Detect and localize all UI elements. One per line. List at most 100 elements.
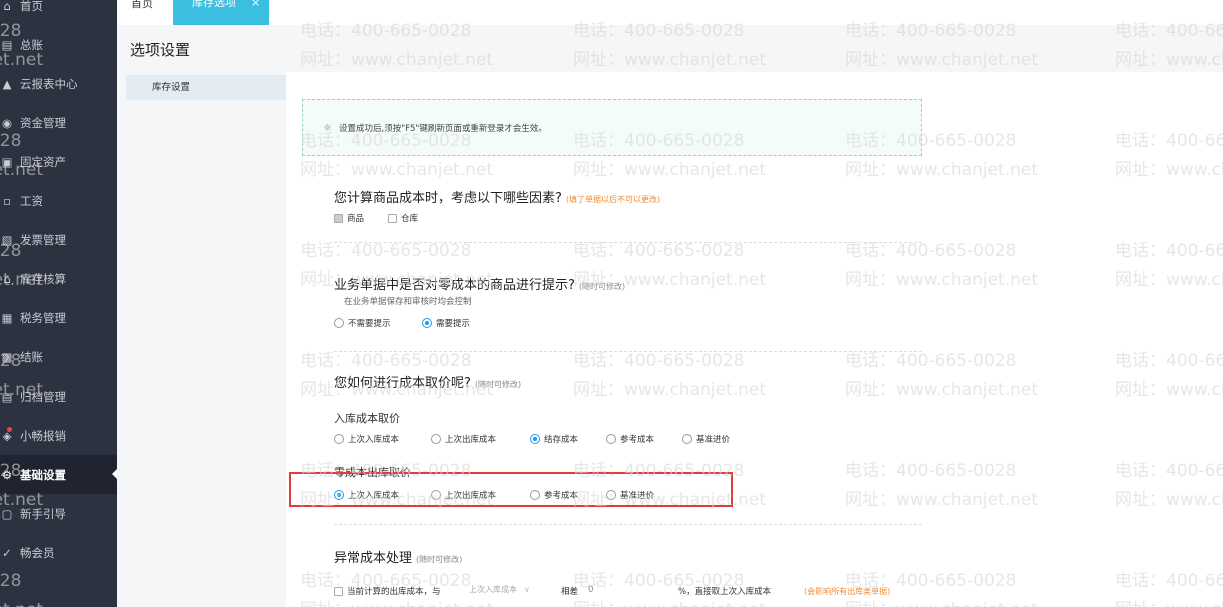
subnav-item-label: 库存设置 [152, 82, 191, 93]
option-label: 商品 [347, 214, 365, 224]
fund-icon: ◉ [1, 115, 13, 130]
notice-box: ☼ 设置成功后,须按"F5"键刷新页面或重新登录才会生效。 [302, 99, 922, 156]
radio-option[interactable]: 基准进价 [682, 433, 730, 445]
page-title: 选项设置 [130, 41, 191, 59]
sidebar-item[interactable]: ⌂ 首页 [0, 0, 117, 25]
option-label: 结存成本 [544, 435, 579, 445]
cost-source-select[interactable]: 上次入库成本 ∨ [469, 584, 530, 595]
sidebar-item[interactable]: ▣ 固定资产 [0, 142, 117, 181]
abnormal-cost-red-note: (会影响所有出库类单据) [804, 587, 891, 596]
tax-icon: ▦ [1, 311, 13, 326]
cost-pricing-question: 您如何进行成本取价呢? (随时可修改) [334, 372, 521, 391]
sidebar-item-label: 税务管理 [20, 311, 66, 326]
sidebar: ⌂ 首页 ▤ 总账 ▲ 云报表中心 ◉ 资金管理 ▣ 固定资产 ▫ 工资 ▧ 发票管理 ⌂ 库存核算 ▦ 税务管理… [0, 0, 118, 607]
home-icon: ⌂ [3, 0, 11, 13]
sidebar-item[interactable]: ▤ 总账 [0, 25, 117, 64]
sidebar-item-label: 固定资产 [20, 154, 66, 169]
radio-button[interactable] [431, 434, 441, 444]
notice-text: 设置成功后,须按"F5"键刷新页面或重新登录才会生效。 [339, 124, 547, 134]
abnormal-cost-tail-text: %，直接取上次入库成本 [678, 587, 772, 597]
sidebar-item[interactable]: ⚙ 基础设置 [0, 455, 118, 495]
sidebar-item-label: 首页 [20, 0, 43, 13]
checkbox[interactable] [388, 213, 397, 223]
cost-pricing-question-text: 您如何进行成本取价呢? [334, 376, 471, 391]
chevron-down-icon: ∨ [524, 585, 530, 594]
main-content: ☼ 设置成功后,须按"F5"键刷新页面或重新登录才会生效。 您计算商品成本时，考… [286, 72, 1223, 607]
zero-cost-prompt-sub: 在业务单据保存和审核时均会控制 [344, 297, 472, 307]
tab-bar: 首页 库存选项 × [117, 0, 1223, 25]
radio-button[interactable] [334, 434, 344, 444]
sidebar-item-label: 新手引导 [20, 506, 66, 521]
sidebar-item-label: 结账 [20, 350, 43, 365]
cost-factors-hint: (填了单据以后不可以更改) [565, 195, 661, 204]
cost-source-select-value: 上次入库成本 [469, 585, 517, 594]
close-icon[interactable]: × [251, 0, 260, 10]
sidebar-item[interactable]: ▩ 结账 [0, 338, 117, 377]
sidebar-item[interactable]: ▫ 工资 [0, 182, 117, 221]
divider [334, 242, 922, 243]
radio-button[interactable] [606, 434, 616, 444]
sidebar-item[interactable]: ▦ 税务管理 [0, 299, 117, 338]
guide-icon: ▢ [1, 506, 13, 521]
sidebar-item-label: 归档管理 [20, 389, 66, 404]
subnav-item-inventory-settings[interactable]: 库存设置 [126, 75, 286, 100]
radio-option[interactable]: 结存成本 [530, 433, 578, 445]
close-books-icon: ▩ [1, 350, 13, 365]
radio-option[interactable]: 上次出库成本 [431, 433, 496, 445]
option-label: 上次出库成本 [445, 435, 497, 445]
chart-icon: ▲ [2, 76, 12, 91]
sidebar-item-label: 总账 [20, 37, 43, 52]
radio-button[interactable] [682, 434, 692, 444]
member-icon: ✓ [2, 545, 12, 560]
sidebar-item-label: 工资 [20, 194, 43, 208]
highlight-box [289, 472, 733, 507]
cost-pricing-hint: (随时可修改) [474, 380, 522, 389]
diff-input[interactable]: 0 [588, 585, 593, 595]
gear-icon: ⚙ [1, 467, 13, 482]
sidebar-item[interactable]: ✓ 畅会员 [0, 533, 117, 572]
checkbox[interactable] [334, 213, 343, 223]
option-label: 不需要提示 [348, 319, 391, 329]
sidebar-item-label: 发票管理 [20, 233, 66, 248]
radio-button[interactable] [422, 318, 432, 328]
salary-icon: ▫ [3, 194, 11, 208]
sidebar-item-label: 畅会员 [20, 545, 55, 560]
abnormal-cost-question: 异常成本处理 (随时可修改) [334, 547, 462, 566]
radio-option[interactable]: 需要提示 [422, 317, 470, 329]
checkbox-option[interactable]: 商品 [334, 212, 364, 224]
sidebar-item[interactable]: ▧ 发票管理 [0, 221, 117, 260]
sidebar-item-label: 小畅报销 [20, 428, 66, 443]
radio-option[interactable]: 不需要提示 [334, 317, 391, 329]
sidebar-item[interactable]: ▲ 云报表中心 [0, 64, 117, 103]
inbound-cost-label: 入库成本取价 [334, 412, 400, 425]
divider [334, 524, 922, 525]
tab-home[interactable]: 首页 [131, 0, 153, 21]
archive-icon: ▤ [1, 389, 13, 404]
abnormal-cost-question-text: 异常成本处理 [334, 551, 413, 566]
checkbox-option[interactable]: 仓库 [388, 212, 418, 224]
cost-factors-question: 您计算商品成本时，考虑以下哪些因素? (填了单据以后不可以更改) [334, 187, 660, 206]
sidebar-item[interactable]: ⌂ 库存核算 [0, 260, 117, 299]
warehouse-icon: ⌂ [3, 272, 11, 287]
checkbox[interactable] [334, 586, 343, 596]
tab-inventory-options[interactable]: 库存选项 × [173, 0, 269, 25]
zero-cost-prompt-question-text: 业务单据中是否对零成本的商品进行提示? [334, 278, 575, 293]
option-label: 仓库 [401, 214, 419, 224]
radio-button[interactable] [530, 434, 540, 444]
abnormal-cost-checkbox[interactable]: 当前计算的出库成本，与 [334, 585, 441, 597]
sidebar-item-label: 云报表中心 [20, 76, 78, 91]
ledger-icon: ▤ [1, 37, 13, 52]
sidebar-item[interactable]: ▢ 新手引导 [0, 494, 117, 533]
sidebar-item-label: 库存核算 [20, 272, 66, 287]
settings-subnav: 库存设置 [117, 72, 286, 607]
option-label: 基准进价 [696, 435, 731, 445]
abnormal-cost-row-text: 当前计算的出库成本，与 [347, 587, 441, 597]
sidebar-item[interactable]: ◈ 小畅报销 [0, 416, 117, 455]
radio-option[interactable]: 参考成本 [606, 433, 654, 445]
radio-button[interactable] [334, 318, 344, 328]
sidebar-item-label: 基础设置 [20, 467, 66, 482]
sidebar-item[interactable]: ▤ 归档管理 [0, 377, 117, 416]
radio-option[interactable]: 上次入库成本 [334, 433, 399, 445]
sidebar-item-label: 资金管理 [20, 115, 66, 130]
sidebar-item[interactable]: ◉ 资金管理 [0, 103, 117, 142]
